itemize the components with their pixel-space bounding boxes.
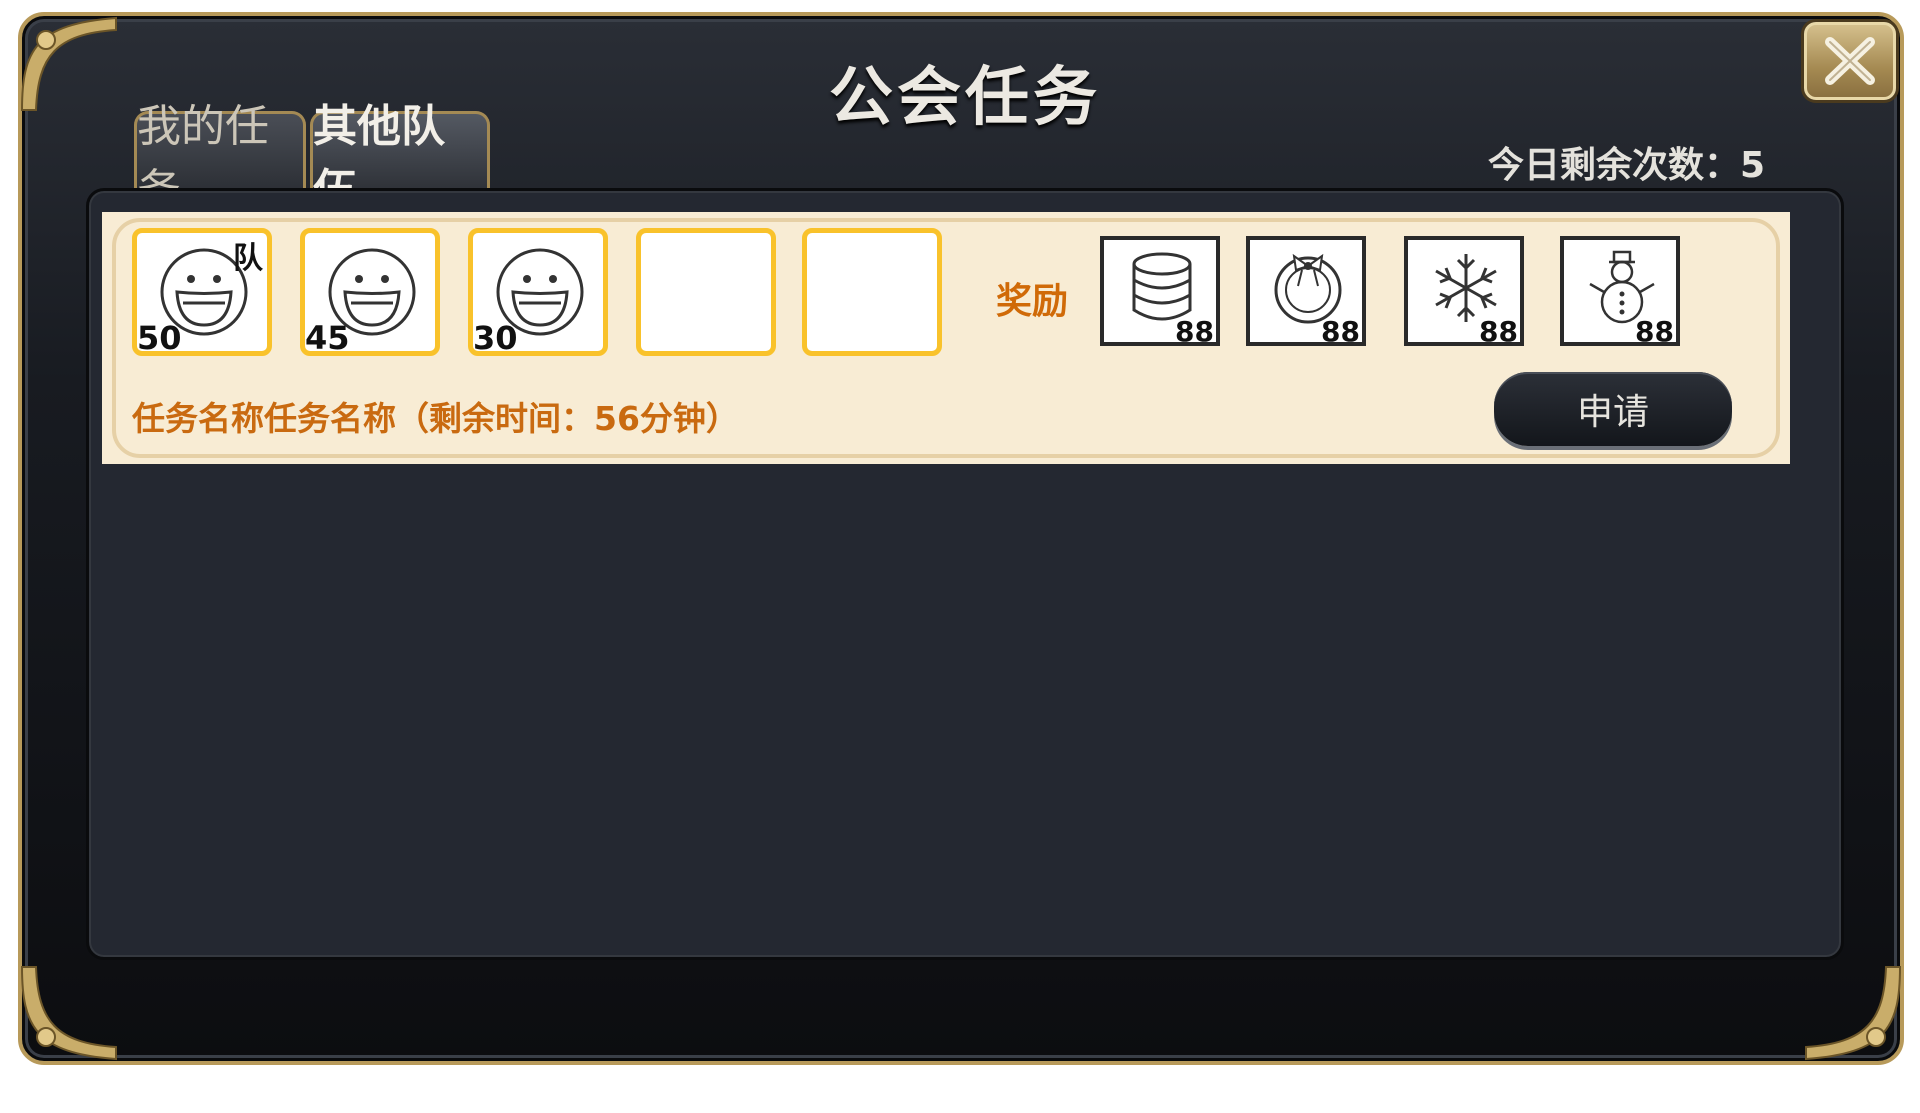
remaining-count: 今日剩余次数：5 xyxy=(1488,145,1766,186)
reward-item-wreath[interactable]: 88 xyxy=(1246,236,1366,348)
tab-other-teams[interactable]: 其他队伍 xyxy=(310,101,490,216)
guild-task-dialog: 公会任务 我的任务 其他队伍 今日剩余次数：5 xyxy=(18,12,1904,1065)
member-level: 45 xyxy=(305,319,350,357)
member-slot-3[interactable]: 30 xyxy=(468,228,608,357)
apply-button[interactable]: 申请 xyxy=(1494,372,1732,446)
member-slot-1[interactable]: 队 50 xyxy=(132,228,272,357)
reward-item-snowflake[interactable]: 88 xyxy=(1404,236,1524,348)
reward-count: 88 xyxy=(1635,315,1674,348)
member-level: 30 xyxy=(473,319,518,357)
corner-ornament-icon xyxy=(16,957,126,1067)
member-slot-4-empty[interactable] xyxy=(636,228,776,356)
tab-my-tasks[interactable]: 我的任务 xyxy=(134,101,306,216)
member-slot-2[interactable]: 45 xyxy=(300,228,440,357)
corner-ornament-icon xyxy=(1796,957,1906,1067)
reward-count: 88 xyxy=(1479,315,1518,348)
captain-badge: 队 xyxy=(233,241,263,276)
close-button[interactable] xyxy=(1804,22,1896,100)
member-slot-5-empty[interactable] xyxy=(802,228,942,356)
reward-count: 88 xyxy=(1175,315,1214,348)
close-icon xyxy=(1825,37,1875,85)
reward-item-database[interactable]: 88 xyxy=(1100,236,1220,348)
task-row: 队 50 45 30 奖励 88 88 88 88 任务名称任务名称（剩余时间：… xyxy=(102,212,1790,464)
apply-button-label: 申请 xyxy=(1576,392,1649,433)
member-level: 50 xyxy=(137,319,182,357)
reward-count: 88 xyxy=(1321,315,1360,348)
reward-item-snowman[interactable]: 88 xyxy=(1560,236,1680,348)
task-name-text: 任务名称任务名称（剩余时间：56分钟） xyxy=(132,399,739,438)
reward-label: 奖励 xyxy=(996,281,1069,322)
